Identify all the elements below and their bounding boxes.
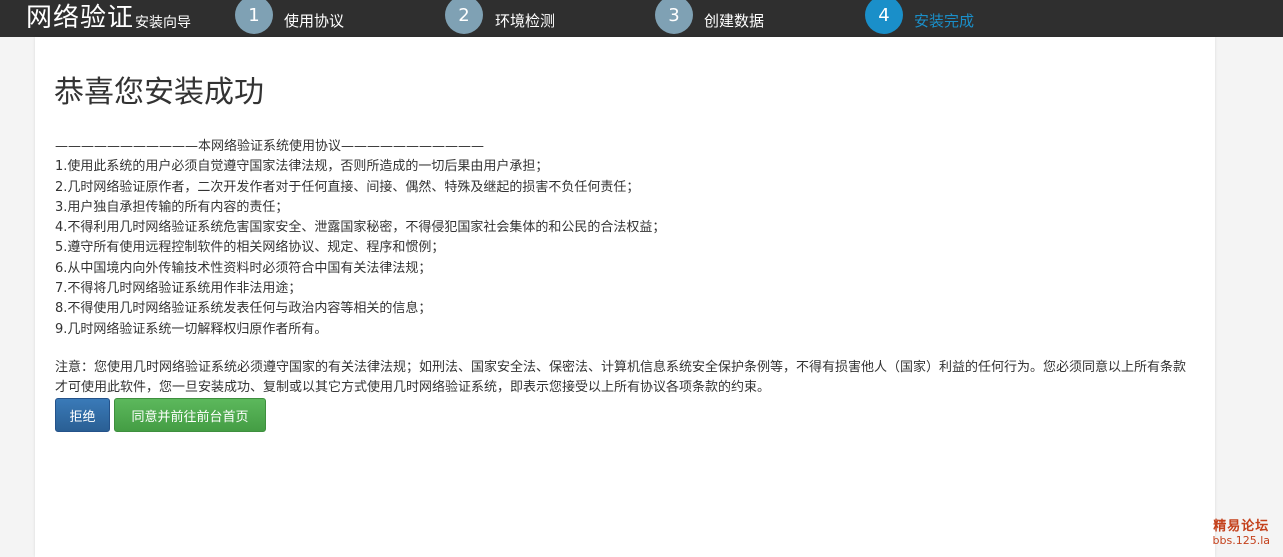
agreement-clause: 5.遵守所有使用远程控制软件的相关网络协议、规定、程序和惯例； bbox=[55, 240, 445, 256]
watermark-url: bbs.125.la bbox=[1212, 534, 1270, 547]
usage-agreement: ———————————本网络验证系统使用协议——————————— 1.使用此系… bbox=[55, 137, 1195, 340]
legal-notice: 注意：您使用几时网络验证系统必须遵守国家的有关法律法规；如刑法、国家安全法、保密… bbox=[55, 360, 1187, 395]
step-label: 安装完成 bbox=[914, 12, 975, 30]
agreement-clause: 8.不得使用几时网络验证系统发表任何与政治内容等相关的信息； bbox=[55, 301, 432, 317]
watermark-name: 精易论坛 bbox=[1213, 519, 1270, 534]
agreement-clause: 9.几时网络验证系统一切解释权归原作者所有。 bbox=[55, 321, 328, 337]
step-number-badge: 2 bbox=[445, 0, 483, 34]
step-number-badge: 1 bbox=[235, 0, 273, 34]
reject-button[interactable]: 拒绝 bbox=[55, 398, 110, 432]
agreement-clause: 4.不得利用几时网络验证系统危害国家安全、泄露国家秘密，不得侵犯国家社会集体的和… bbox=[55, 220, 666, 236]
step-number-badge: 3 bbox=[655, 0, 693, 34]
agree-go-home-button[interactable]: 同意并前往前台首页 bbox=[114, 398, 266, 432]
agreement-clause: 7.不得将几时网络验证系统用作非法用途； bbox=[55, 281, 302, 297]
step-number-badge: 4 bbox=[865, 0, 903, 34]
brand: 网络验证 安装向导 bbox=[26, 0, 191, 37]
content-panel: 恭喜您安装成功 ———————————本网络验证系统使用协议——————————… bbox=[35, 37, 1215, 557]
agreement-heading: ———————————本网络验证系统使用协议——————————— bbox=[55, 139, 485, 154]
agreement-clause: 6.从中国境内向外传输技术性资料时必须符合中国有关法律法规； bbox=[55, 260, 432, 276]
agreement-clause: 3.用户独自承担传输的所有内容的责任； bbox=[55, 199, 289, 215]
step-label: 创建数据 bbox=[704, 12, 765, 30]
top-navigation-bar: 网络验证 安装向导 1 使用协议 2 环境检测 3 创建数据 4 安装完成 bbox=[0, 0, 1283, 37]
forum-watermark: 精易论坛 bbs.125.la bbox=[1213, 520, 1270, 548]
brand-title: 网络验证 bbox=[26, 3, 135, 33]
brand-subtitle: 安装向导 bbox=[135, 15, 192, 31]
agreement-clause: 1.使用此系统的用户必须自觉遵守国家法律法规，否则所造成的一切后果由用户承担； bbox=[55, 159, 549, 175]
agreement-clause: 2.几时网络验证原作者，二次开发作者对于任何直接、间接、偶然、特殊及继起的损害不… bbox=[55, 179, 640, 195]
page-title: 恭喜您安装成功 bbox=[54, 75, 264, 110]
step-label: 环境检测 bbox=[495, 12, 556, 30]
step-label: 使用协议 bbox=[284, 12, 345, 30]
